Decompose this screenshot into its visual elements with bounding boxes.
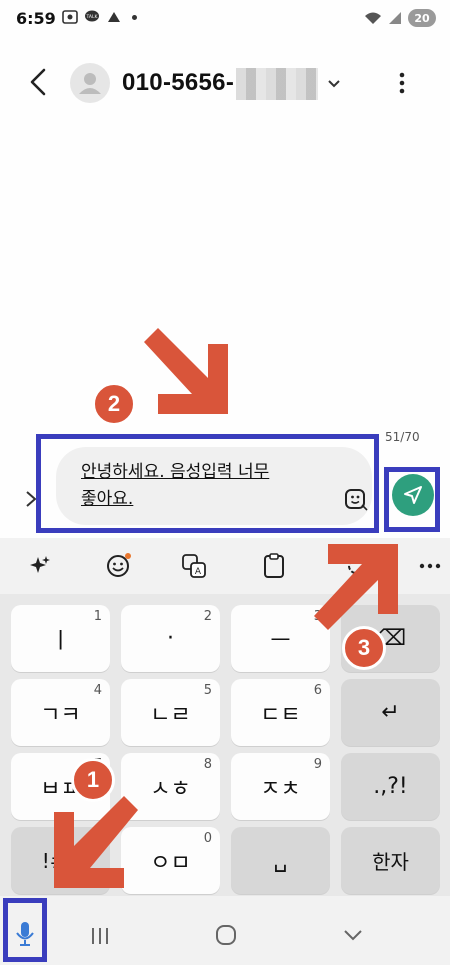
navigation-bar [0,896,450,965]
step-badge-3: 3 [342,626,386,670]
step-badge-2: 2 [92,382,136,426]
hide-keyboard-icon[interactable] [342,926,364,944]
step-badge-1: 1 [71,758,115,802]
person-icon [79,73,101,94]
key-hanja[interactable]: 한자 [341,827,440,894]
battery-icon: 20 [408,9,436,27]
wifi-icon [365,12,381,24]
notification-dot [132,14,137,20]
back-icon[interactable] [24,64,54,100]
key-i[interactable]: ㅣ1 [11,605,110,672]
clipboard-icon[interactable] [258,550,290,582]
emoji-icon[interactable] [102,550,134,582]
app-notification-icon [108,12,120,22]
talk-icon: TALK [85,10,99,22]
character-counter: 51/70 [385,430,420,444]
key-space[interactable]: ␣ [231,827,330,894]
signal-icon [389,12,401,24]
avatar[interactable] [70,63,110,103]
more-options-icon[interactable] [392,68,412,98]
key-enter[interactable]: ↵ [341,679,440,746]
status-bar: 6:59 TALK 20 [0,0,450,38]
arrow-down-right-icon [144,328,228,414]
contact-number[interactable]: 010-5656- [122,69,234,97]
redacted-number [236,68,318,100]
svg-text:A: A [195,567,202,577]
message-highlight-box [36,434,379,533]
translate-icon[interactable]: A [178,550,210,582]
chevron-down-icon[interactable] [326,76,342,92]
arrow-down-left-icon [54,796,138,888]
status-time: 6:59 [16,9,56,28]
svg-text:TALK: TALK [86,14,99,20]
key-dot[interactable]: · 2 [121,605,220,672]
conversation-header: 010-5656- [0,50,450,114]
more-toolbar-icon[interactable] [414,550,446,582]
screenshot-icon [62,10,78,24]
home-icon[interactable] [215,924,237,946]
key-d-t[interactable]: ㄷㅌ 6 [231,679,330,746]
send-highlight-box [384,467,440,532]
key-punctuation[interactable]: .,?! [341,753,440,820]
arrow-up-right-icon [314,544,398,630]
recent-apps-icon[interactable] [90,926,110,946]
key-g-k[interactable]: ㄱㅋ 4 [11,679,110,746]
mic-highlight-box [3,898,47,962]
ai-sparkle-icon[interactable] [24,550,56,582]
key-n-r[interactable]: ㄴㄹ 5 [121,679,220,746]
key-j-ch[interactable]: ㅈㅊ 9 [231,753,330,820]
